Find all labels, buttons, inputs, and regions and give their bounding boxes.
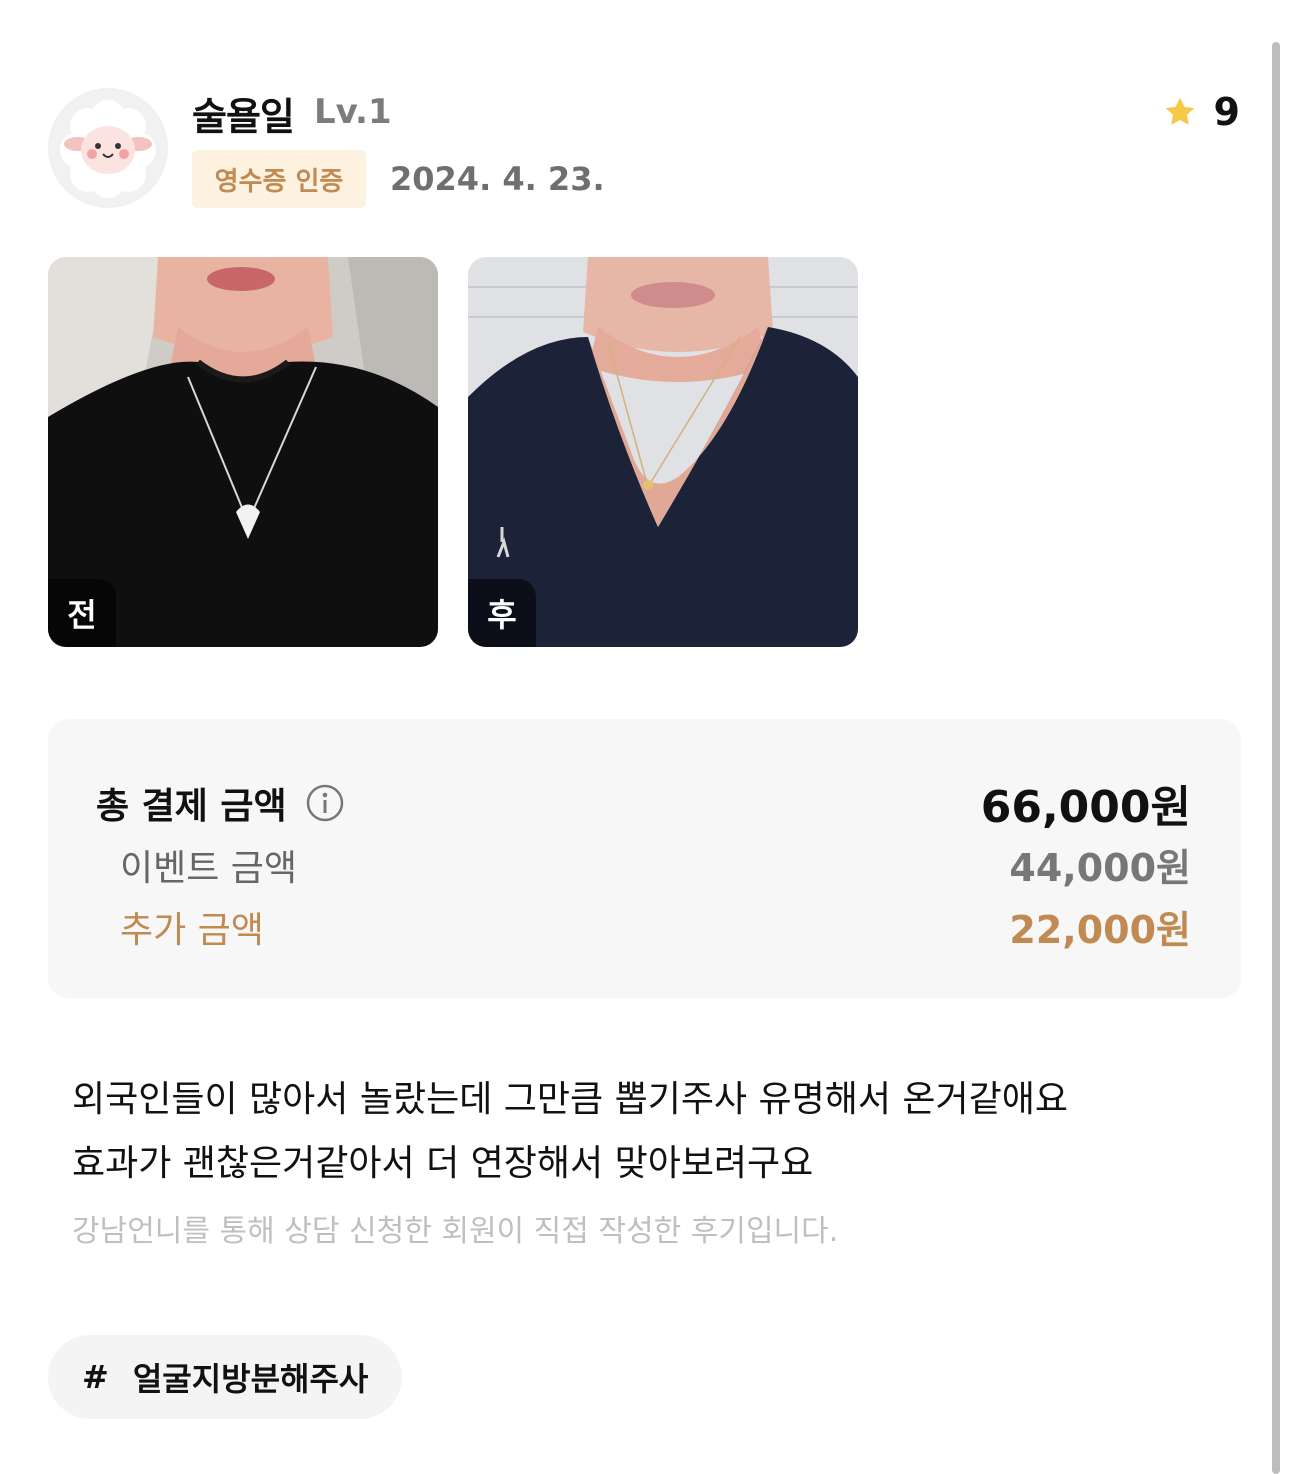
total-price-label: 총 결제 금액 [96, 786, 287, 827]
price-summary: 총 결제 금액 66,000원 이벤트 금액 44,000원 추가 금액 22,… [48, 719, 1241, 998]
rating: 9 [1162, 90, 1240, 134]
event-price-label: 이벤트 금액 [120, 847, 298, 889]
rating-value: 9 [1213, 90, 1240, 134]
hashtag-label: 얼굴지방분해주사 [132, 1360, 369, 1398]
receipt-verified-badge: 영수증 인증 [192, 150, 366, 208]
user-level: Lv.1 [314, 92, 392, 132]
extra-price-label: 추가 금액 [120, 909, 264, 951]
username[interactable]: 술욜일 [192, 86, 295, 141]
sheep-avatar-icon [48, 88, 168, 208]
total-price-value: 66,000원 [980, 782, 1191, 833]
before-photo[interactable]: 전 [48, 257, 438, 647]
review-text: 외국인들이 많아서 놀랐는데 그만큼 뽑기주사 유명해서 온거같애요 효과가 괜… [72, 1068, 1232, 1196]
review-date: 2024. 4. 23. [390, 160, 605, 198]
review-line-1: 외국인들이 많아서 놀랐는데 그만큼 뽑기주사 유명해서 온거같애요 [72, 1079, 1069, 1120]
event-price-value: 44,000원 [1009, 846, 1191, 890]
extra-price-value: 22,000원 [1009, 908, 1191, 952]
before-label: 전 [48, 579, 116, 647]
extra-price-row: 추가 금액 22,000원 [96, 899, 1191, 954]
review-line-2: 효과가 괜찮은거같아서 더 연장해서 맞아보려구요 [72, 1143, 814, 1184]
scrollbar[interactable] [1272, 42, 1280, 1474]
total-price-row: 총 결제 금액 66,000원 [96, 771, 1191, 835]
info-icon[interactable] [305, 783, 345, 823]
star-icon [1165, 97, 1194, 125]
hashtag-chip[interactable]: # 얼굴지방분해주사 [48, 1335, 403, 1419]
after-photo[interactable]: 후 [468, 257, 858, 647]
avatar[interactable] [48, 88, 168, 208]
after-label: 후 [468, 579, 536, 647]
review-disclaimer: 강남언니를 통해 상담 신청한 회원이 직접 작성한 후기입니다. [72, 1214, 839, 1249]
event-price-row: 이벤트 금액 44,000원 [96, 837, 1191, 892]
hash-icon: # [82, 1358, 109, 1396]
